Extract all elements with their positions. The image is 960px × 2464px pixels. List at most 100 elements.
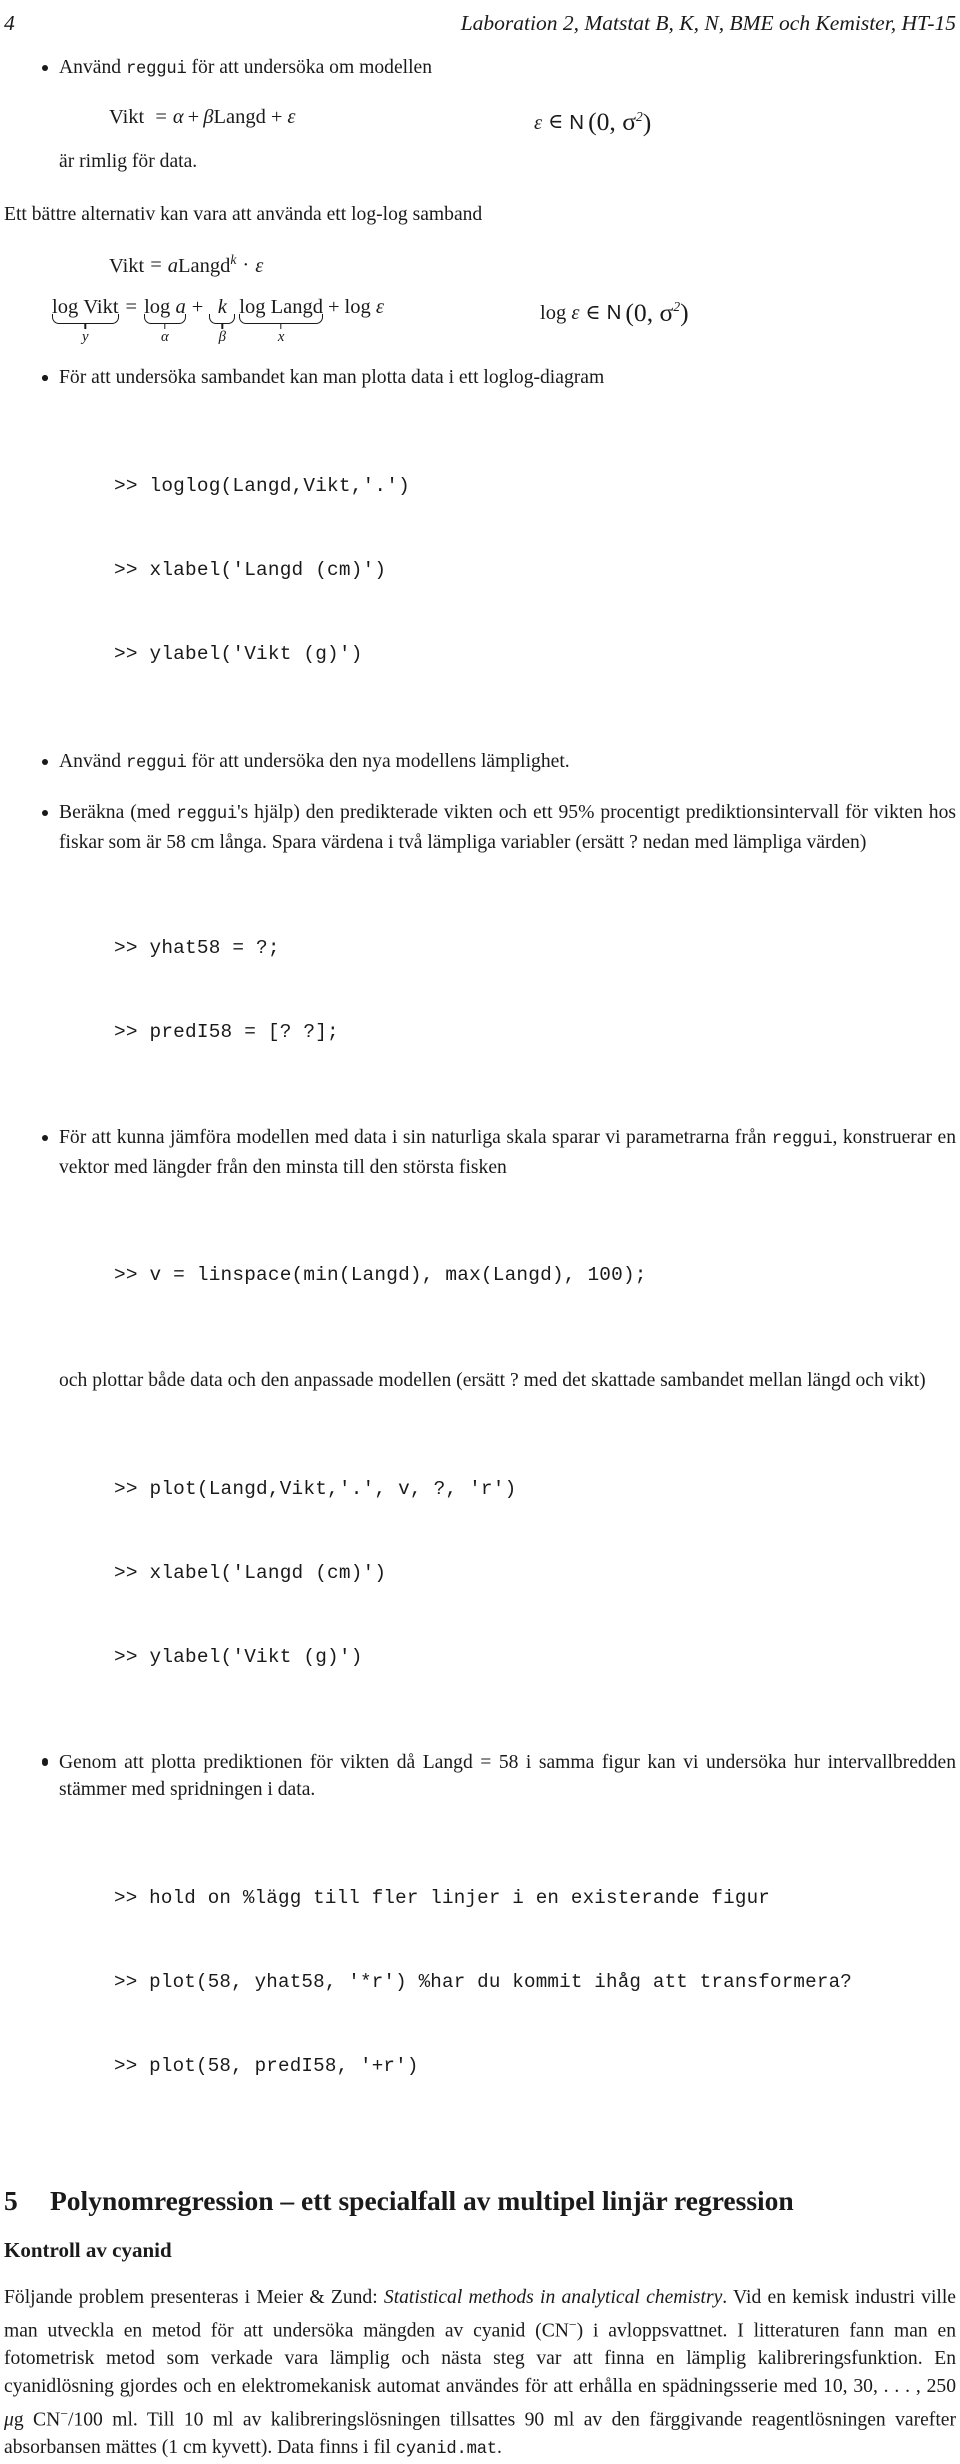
eq2-k: k <box>230 251 237 267</box>
code-line: >> ylabel('Vikt (g)') <box>114 642 363 665</box>
code-line: >> loglog(Langd,Vikt,'.') <box>114 474 410 497</box>
eq1-equals: = <box>155 105 167 128</box>
eq1-plus2: + <box>270 105 283 128</box>
final-italic-title: Statistical methods in analytical chemis… <box>383 2286 723 2308</box>
eq3-distribution: log ε ∈ N (0, σ2) <box>540 292 689 328</box>
subsection-heading: Kontroll av cyanid <box>4 2237 172 2262</box>
eq2-langd: Langd <box>178 254 231 277</box>
eq2-vikt: Vikt <box>109 254 145 277</box>
eq1-in: ∈ <box>548 111 564 134</box>
final-part4: g CN <box>13 2409 61 2431</box>
underbrace-label-y: y <box>82 328 89 345</box>
eq1-alpha: α <box>172 105 184 128</box>
equation-linear-model: Vikt = α + βLangd + ε ε ∈ N (0, σ2) <box>4 102 956 137</box>
eq1-rhs-eps: ε <box>534 111 543 134</box>
document-page: 4 Laboration 2, Matstat B, K, N, BME och… <box>0 0 960 2459</box>
paragraph-loglog-intro: Ett bättre alternativ kan vara att använ… <box>4 204 483 225</box>
inline-code-reggui: reggui <box>771 1130 833 1150</box>
underbrace-label-x: x <box>277 328 285 345</box>
bullet-item-plotta-prediktion: Genom att plotta prediktionen för vikten… <box>4 1749 956 1804</box>
eq1-N: N <box>569 110 585 134</box>
eq3-epsilon: ε <box>375 296 384 319</box>
section-title: Polynomregression – ett specialfall av m… <box>50 2184 794 2216</box>
eq1-plus: + <box>187 105 200 128</box>
eq3-plus: + <box>191 296 204 319</box>
paragraph-cyanid-description: Följande problem presenteras i Meier & Z… <box>4 2284 956 2464</box>
code-line: >> xlabel('Langd (cm)') <box>114 1561 387 1584</box>
code-block-linspace: >> v = linspace(min(Langd), max(Langd), … <box>4 1205 956 1345</box>
paragraph-plottar-data: och plottar både data och den anpassade … <box>59 1370 926 1392</box>
bullet-dot-icon-2 <box>42 375 48 382</box>
page-content: Använd reggui för att undersöka om model… <box>4 54 956 2464</box>
equation-power-model: Vikt = aLangdk · ε <box>4 245 956 281</box>
underbrace-alpha: log a α <box>144 292 186 345</box>
underbrace-y: log Vikt y <box>52 292 119 345</box>
eq1-langd: Langd <box>213 105 266 128</box>
paragraph-rimlig: är rimlig för data. <box>59 150 198 172</box>
eq1-sup2: 2 <box>636 108 643 124</box>
bullet-item-jamfora-modellen: För att kunna jämföra modellen med data … <box>4 1124 956 1181</box>
eq2-epsilon: ε <box>255 254 264 277</box>
eq2-equals: = <box>150 254 162 277</box>
eq1-close: ) <box>642 107 652 137</box>
eq3-in: ∈ <box>585 302 601 325</box>
underbrace-label-alpha: α <box>161 328 169 345</box>
equation-log-model: log Vikt y = log a α + k β log Langd x +… <box>4 292 956 364</box>
final-part6: . <box>496 2437 502 2459</box>
page-number: 4 <box>4 11 15 35</box>
code-line: >> plot(58, predI58, '+r') <box>114 2054 419 2077</box>
code-line: >> ylabel('Vikt (g)') <box>114 1645 363 1668</box>
bullet-text-pre: Beräkna (med <box>59 802 177 824</box>
eq1-distribution: ε ∈ N (0, σ2) <box>534 102 651 138</box>
bullet-text-post: för att undersöka om modellen <box>186 57 433 78</box>
bullet-dot-icon <box>42 65 48 71</box>
code-block-hold-on: >> hold on %lägg till fler linjer i en e… <box>4 1828 956 2136</box>
code-line: >> v = linspace(min(Langd), max(Langd), … <box>114 1264 647 1287</box>
header-title: Laboration 2, Matstat B, K, N, BME och K… <box>460 11 956 35</box>
bullet-item-berakna-prediktion: Beräkna (med reggui's hjälp) den predikt… <box>4 799 956 856</box>
code-block-yhat: >> yhat58 = ?; >> predI58 = [? ?]; <box>4 878 956 1102</box>
eq3-equals: = <box>125 296 138 319</box>
eq1-vikt: Vikt <box>109 105 145 128</box>
final-mu: μ <box>4 2409 14 2431</box>
code-line: >> xlabel('Langd (cm)') <box>114 558 387 581</box>
section-heading: 5 Polynomregression – ett specialfall av … <box>4 2184 956 2218</box>
code-line: >> plot(58, yhat58, '*r') %har du kommit… <box>114 1970 853 1993</box>
eq3-N: N <box>606 301 622 325</box>
eq1-beta: β <box>203 105 214 128</box>
final-sup-minus2: − <box>60 2406 68 2422</box>
underbrace-label-beta: β <box>218 328 226 345</box>
eq2-dot: · <box>242 254 250 277</box>
bullet-dot-icon <box>42 810 48 817</box>
code-block-loglog: >> loglog(Langd,Vikt,'.') >> xlabel('Lan… <box>4 416 956 724</box>
bullet-text-pre: För att kunna jämföra modellen med data … <box>59 1127 772 1149</box>
eq2-a: a <box>167 254 179 277</box>
running-header: 4 Laboration 2, Matstat B, K, N, BME och… <box>0 6 960 40</box>
underbrace-x: log Langd x <box>239 292 323 345</box>
final-part1: Följande problem presenteras i Meier & Z… <box>4 2286 384 2308</box>
eq3-logeps: log <box>344 296 371 319</box>
bullet-item-reggui-new-model: Använd reggui för att undersöka den nya … <box>4 748 956 778</box>
code-line: >> plot(Langd,Vikt,'.', v, ?, 'r') <box>114 1477 517 1500</box>
inline-code-cyanid-mat: cyanid.mat <box>395 2440 497 2460</box>
bullet-dot-icon <box>42 758 48 765</box>
code-line: >> hold on %lägg till fler linjer i en e… <box>114 1886 771 1909</box>
final-sup-minus: − <box>568 2317 577 2333</box>
inline-code-reggui: reggui <box>125 60 187 79</box>
bullet-item-loglog-diagram-wrap <box>4 364 956 392</box>
bullet-text-pre: Använd <box>59 57 126 78</box>
code-block-plot-model: >> plot(Langd,Vikt,'.', v, ?, 'r') >> xl… <box>4 1419 956 1727</box>
bullet-text-post: för att undersöka den nya modellens lämp… <box>186 750 570 772</box>
eq3-rhs-eps: ε <box>571 302 580 325</box>
eq1-epsilon: ε <box>287 105 296 128</box>
code-line: >> yhat58 = ?; <box>114 937 280 960</box>
bullet-dot-icon-6 <box>42 1757 48 1764</box>
eq1-dist: (0, σ <box>588 107 637 137</box>
section-number: 5 <box>4 2184 18 2216</box>
bullet-text-pre: Använd <box>59 750 126 772</box>
underbrace-beta: k β <box>209 292 236 345</box>
bullet-item-use-reggui: Använd reggui för att undersöka om model… <box>4 54 956 84</box>
eq3-plus2: + <box>327 296 340 319</box>
bullet-dot-icon <box>42 1135 48 1142</box>
eq3-dist: (0, σ <box>625 298 674 328</box>
